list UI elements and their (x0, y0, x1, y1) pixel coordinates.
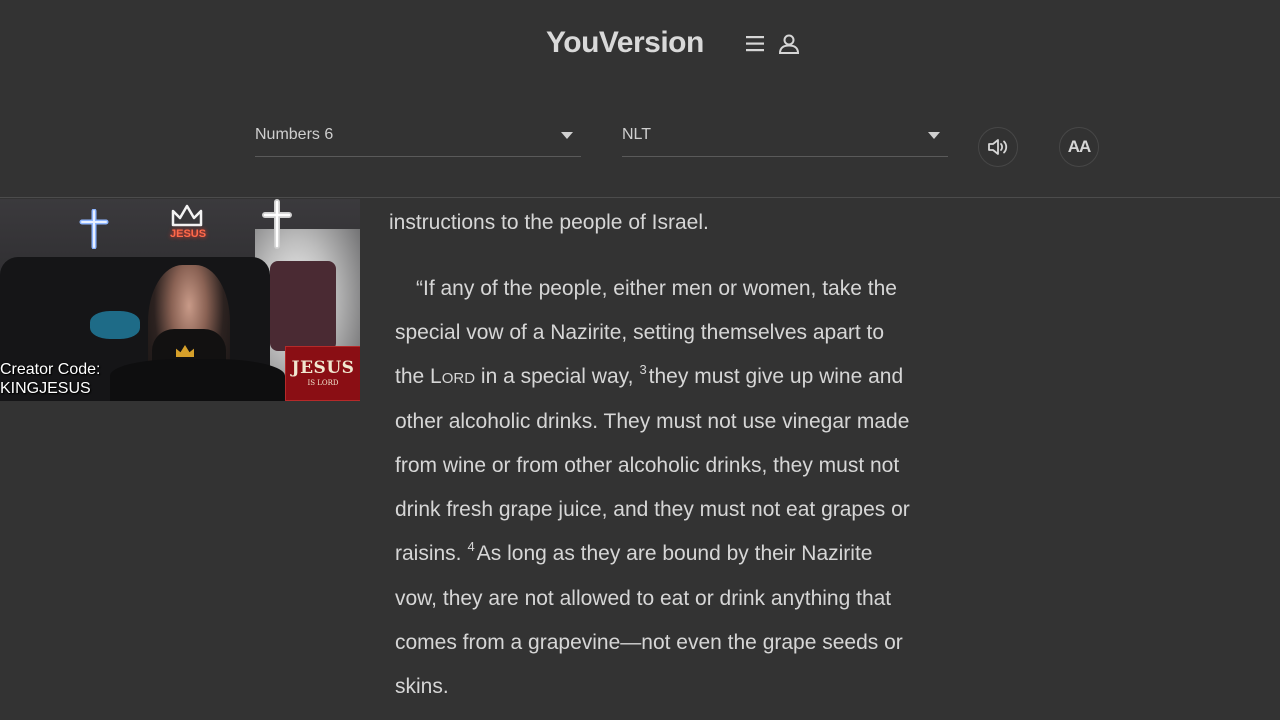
youversion-logo[interactable]: YouVersion (546, 26, 704, 60)
verse-line: instructions to the people of Israel. (389, 211, 709, 234)
verse-text: As long as they are bound by their Nazir… (476, 542, 873, 565)
verse-line: other alcoholic drinks. They must not us… (395, 410, 910, 433)
verse-line: drink fresh grape juice, and they must n… (395, 498, 910, 521)
sign-title: JESUS (291, 358, 355, 378)
creator-code-label: Creator Code: (0, 361, 101, 378)
verse-line: skins. (395, 675, 449, 698)
font-size-button[interactable]: AA (1059, 127, 1099, 167)
verse-line: special vow of a Nazirite, setting thems… (395, 321, 885, 344)
creator-code-overlay: Creator Code: KINGJESUS (0, 360, 101, 398)
webcam-pillow (90, 311, 140, 339)
webcam-chair (270, 261, 336, 351)
verse-text: the (395, 365, 425, 388)
book-chapter-label: Numbers 6 (255, 126, 334, 143)
verse-line: comes from a grapevine—not even the grap… (395, 631, 903, 654)
verse-line: raisins. 4As long as they are bound by th… (395, 539, 873, 566)
audio-button[interactable] (978, 127, 1018, 167)
verse-line: vow, they are not allowed to eat or drin… (395, 587, 892, 610)
neon-crown-icon (171, 204, 203, 227)
chevron-down-icon (561, 132, 573, 139)
creator-code-value: KINGJESUS (0, 380, 91, 397)
neon-cross-white-icon (262, 199, 292, 249)
verse-line: “If any of the people, either men or wom… (416, 277, 897, 300)
speaker-volume-icon (988, 139, 1008, 155)
neon-cross-blue-icon (79, 209, 109, 249)
lord-smallcaps: Lord (430, 365, 476, 388)
bible-version-label: NLT (622, 126, 652, 143)
verse-text: raisins. (395, 542, 462, 565)
sign-subtitle: IS LORD (307, 379, 339, 387)
verse-line: the Lord in a special way, 3they must giv… (395, 362, 904, 389)
book-chapter-selector[interactable]: Numbers 6 (255, 118, 581, 157)
verse-number: 3 (639, 362, 647, 377)
neon-jesus-sign: JESUS (170, 228, 207, 240)
header-divider (0, 197, 1280, 198)
hamburger-menu-icon[interactable] (744, 32, 768, 56)
jesus-is-lord-sign: JESUS IS LORD (285, 346, 360, 401)
user-profile-icon[interactable] (777, 32, 801, 56)
webcam-person-body (110, 359, 285, 401)
font-size-label: AA (1067, 137, 1092, 156)
verse-number: 4 (467, 539, 475, 554)
bible-version-selector[interactable]: NLT (622, 118, 948, 157)
webcam-overlay: JESUS JESUS IS LORD Creator Code: KINGJE… (0, 199, 360, 401)
verse-text: in a special way, (480, 365, 634, 388)
verse-line: from wine or from other alcoholic drinks… (395, 454, 900, 477)
chevron-down-icon (928, 132, 940, 139)
verse-text: they must give up wine and (648, 365, 904, 388)
bible-reader-page: YouVersion Numbers 6 NLT AA JESUS JESUS … (0, 0, 1280, 720)
